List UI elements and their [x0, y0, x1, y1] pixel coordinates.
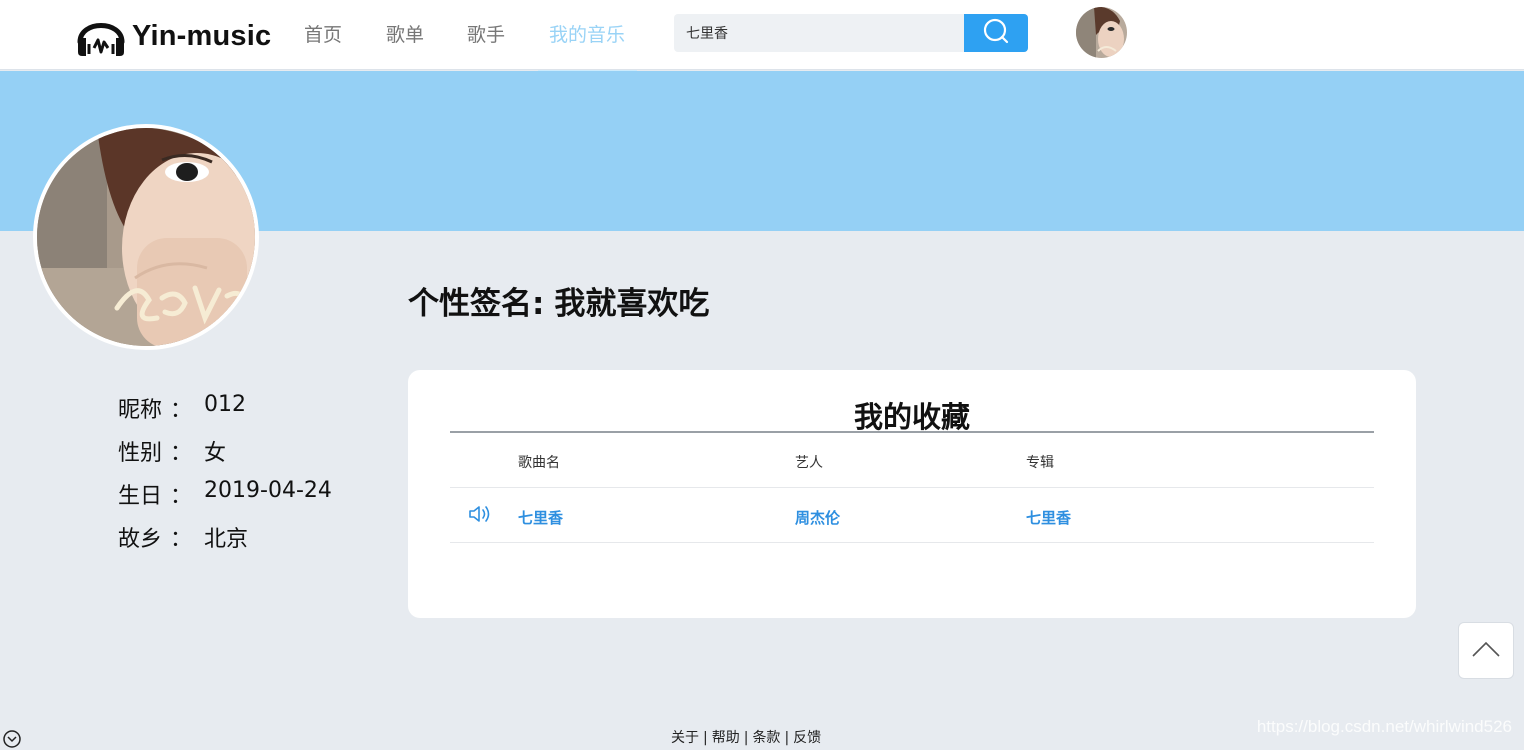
info-hometown: 故乡 ： 北京: [118, 521, 332, 564]
signature-label: 个性签名:: [408, 286, 545, 322]
favorites-card: 我的收藏 歌曲名 艺人 专辑 七里香 周杰伦 七里香: [408, 370, 1416, 618]
search-box: [674, 14, 1028, 52]
album-link[interactable]: 七里香: [1026, 507, 1071, 528]
row-divider: [450, 487, 1374, 488]
speaker-icon[interactable]: [468, 504, 494, 528]
info-gender: 性别 ： 女: [118, 435, 332, 478]
column-header-album: 专辑: [1026, 455, 1054, 471]
info-separator: ：: [170, 527, 193, 552]
title-divider: [450, 431, 1374, 433]
info-value: 女: [204, 441, 227, 466]
headphones-icon: [74, 8, 128, 64]
profile-avatar: [33, 124, 259, 350]
footer-separator: |: [784, 730, 790, 746]
watermark: https://blog.csdn.net/whirlwind526: [1256, 717, 1512, 736]
signature: 个性签名: 我就喜欢吃: [408, 278, 709, 323]
brand-name: Yin-music: [132, 19, 272, 52]
info-label: 生日: [118, 484, 163, 509]
favorites-title: 我的收藏: [853, 400, 970, 434]
back-to-top-button[interactable]: [1458, 622, 1514, 679]
nav-singers[interactable]: 歌手: [467, 20, 505, 47]
footer-help-link[interactable]: 帮助: [712, 730, 740, 746]
profile-info: 昵称 ： 012 性别 ： 女 生日 ： 2019-04-24 故乡 ： 北京: [118, 392, 332, 564]
artist-link[interactable]: 周杰伦: [795, 507, 840, 528]
search-input[interactable]: [674, 14, 964, 52]
info-label: 性别: [118, 441, 163, 466]
info-label: 昵称: [118, 398, 163, 423]
info-birthday: 生日 ： 2019-04-24: [118, 478, 332, 521]
logo[interactable]: Yin-music: [74, 10, 271, 62]
footer-terms-link[interactable]: 条款: [752, 730, 780, 746]
column-header-song: 歌曲名: [518, 455, 560, 471]
footer-feedback-link[interactable]: 反馈: [793, 730, 821, 746]
footer-about-link[interactable]: 关于: [671, 730, 699, 746]
column-header-artist: 艺人: [795, 455, 823, 471]
chevron-up-icon: [1471, 640, 1501, 662]
footer-separator: |: [743, 730, 749, 746]
user-avatar[interactable]: [1076, 7, 1127, 58]
top-header: Yin-music 首页 歌单 歌手 我的音乐: [0, 0, 1524, 70]
search-icon: [982, 17, 1010, 49]
info-separator: ：: [170, 441, 193, 466]
song-title-link[interactable]: 七里香: [518, 507, 563, 528]
nav-playlists[interactable]: 歌单: [386, 20, 424, 47]
info-value: 北京: [204, 527, 249, 552]
search-button[interactable]: [964, 14, 1028, 52]
signature-value: 我就喜欢吃: [554, 286, 710, 322]
info-separator: ：: [170, 398, 193, 423]
footer-separator: |: [703, 730, 708, 746]
footer-links: 关于 | 帮助 | 条款 | 反馈: [671, 727, 821, 747]
info-nickname: 昵称 ： 012: [118, 392, 332, 435]
chevron-down-circle-icon[interactable]: [2, 729, 22, 750]
info-label: 故乡: [118, 527, 163, 552]
nav-home[interactable]: 首页: [304, 20, 342, 47]
row-divider: [450, 542, 1374, 543]
info-separator: ：: [170, 484, 193, 509]
info-value: 012: [204, 392, 247, 417]
nav-my-music[interactable]: 我的音乐: [549, 20, 625, 47]
info-value: 2019-04-24: [204, 478, 332, 503]
